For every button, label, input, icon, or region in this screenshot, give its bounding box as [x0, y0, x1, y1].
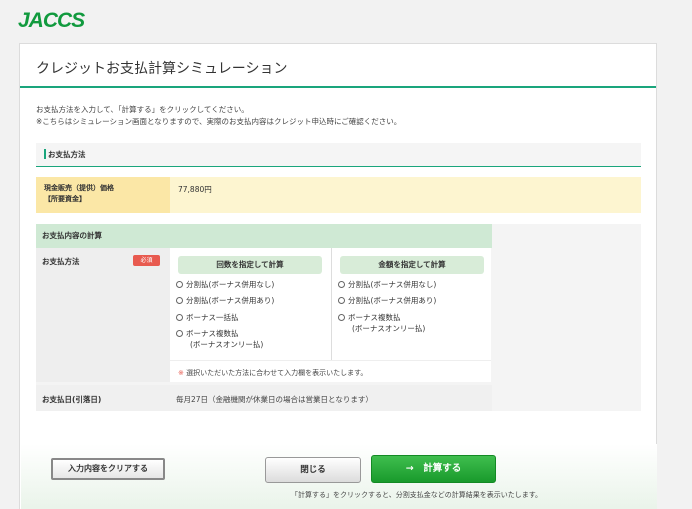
- radio-icon[interactable]: [176, 281, 183, 288]
- footer-actions: 入力内容をクリアする 閉じる → 計算する 「計算する」をクリックすると、分割支…: [21, 444, 657, 509]
- count-option-3[interactable]: ボーナス一括払: [176, 312, 239, 323]
- note-text: 選択いただいた方法に合わせて入力欄を表示いたします。: [186, 369, 368, 377]
- price-label: 現金販売（提供）価格 【所要資金】: [36, 177, 170, 213]
- amount-option-2-label: 分割払(ボーナス併用あり): [348, 296, 437, 305]
- radio-icon[interactable]: [338, 314, 345, 321]
- amount-option-3-sub: (ボーナスオンリー払): [352, 324, 426, 333]
- options-area: 回数を指定して計算 分割払(ボーナス併用なし) 分割払(ボーナス併用あり) ボー…: [170, 248, 491, 360]
- payment-date-label: お支払日(引落日): [42, 395, 102, 404]
- section-title: お支払方法: [48, 150, 86, 159]
- simulation-card: クレジットお支払計算シミュレーション お支払方法を入力して、「計算する」をクリッ…: [19, 43, 657, 509]
- radio-icon[interactable]: [338, 297, 345, 304]
- intro-line-2: ※こちらはシミュレーション画面となりますので、実際のお支払内容はクレジット申込時…: [36, 117, 402, 126]
- page-title: クレジットお支払計算シミュレーション: [20, 44, 656, 88]
- calculate-button[interactable]: → 計算する: [371, 455, 496, 483]
- footer-note: 「計算する」をクリックすると、分割支払金などの計算結果を表示いたします。: [291, 491, 543, 499]
- price-value: 77,880円: [178, 185, 212, 194]
- count-option-1-label: 分割払(ボーナス併用なし): [186, 280, 275, 289]
- count-calc-tab[interactable]: 回数を指定して計算: [178, 256, 322, 274]
- close-button[interactable]: 閉じる: [265, 457, 361, 483]
- amount-option-1-label: 分割払(ボーナス併用なし): [348, 280, 437, 289]
- jaccs-logo: JACCS: [18, 9, 85, 32]
- intro-line-1: お支払方法を入力して、「計算する」をクリックしてください。: [36, 105, 249, 114]
- method-label: お支払方法: [42, 257, 80, 266]
- price-row: 現金販売（提供）価格 【所要資金】 77,880円: [36, 177, 641, 213]
- calc-header: お支払内容の計算: [36, 224, 492, 248]
- amount-option-1[interactable]: 分割払(ボーナス併用なし): [338, 279, 436, 290]
- count-column: 回数を指定して計算 分割払(ボーナス併用なし) 分割払(ボーナス併用あり) ボー…: [170, 248, 330, 360]
- section-header: お支払方法: [36, 143, 641, 167]
- count-option-1[interactable]: 分割払(ボーナス併用なし): [176, 279, 274, 290]
- note-mark: ※: [178, 369, 184, 377]
- count-option-4-label: ボーナス複数払: [186, 329, 239, 338]
- radio-icon[interactable]: [176, 314, 183, 321]
- count-option-3-label: ボーナス一括払: [186, 313, 239, 322]
- radio-icon[interactable]: [176, 297, 183, 304]
- amount-option-2[interactable]: 分割払(ボーナス併用あり): [338, 295, 436, 306]
- price-label-line-2: 【所要資金】: [44, 195, 86, 203]
- count-option-4-sub: (ボーナスオンリー払): [190, 340, 264, 349]
- price-label-line-1: 現金販売（提供）価格: [44, 184, 114, 192]
- method-label-cell: お支払方法 必須: [36, 248, 170, 382]
- section-bar: [44, 149, 46, 159]
- amount-column: 金額を指定して計算 分割払(ボーナス併用なし) 分割払(ボーナス併用あり) ボー…: [331, 248, 491, 360]
- result-pane: [492, 224, 641, 411]
- options-note: ※ 選択いただいた方法に合わせて入力欄を表示いたします。: [170, 360, 491, 382]
- clear-button[interactable]: 入力内容をクリアする: [51, 458, 165, 480]
- required-badge: 必須: [133, 255, 160, 266]
- count-option-2-label: 分割払(ボーナス併用あり): [186, 296, 275, 305]
- amount-option-3-label: ボーナス複数払: [348, 313, 401, 322]
- payment-date-value: 毎月27日（金融機関が休業日の場合は営業日となります）: [176, 395, 373, 404]
- payment-date-row: お支払日(引落日) 毎月27日（金融機関が休業日の場合は営業日となります）: [36, 385, 492, 411]
- amount-calc-tab[interactable]: 金額を指定して計算: [340, 256, 484, 274]
- count-option-4[interactable]: ボーナス複数払: [176, 328, 239, 339]
- amount-option-3[interactable]: ボーナス複数払: [338, 312, 401, 323]
- radio-icon[interactable]: [176, 330, 183, 337]
- count-option-2[interactable]: 分割払(ボーナス併用あり): [176, 295, 274, 306]
- intro-text: お支払方法を入力して、「計算する」をクリックしてください。 ※こちらはシミュレー…: [36, 104, 401, 128]
- radio-icon[interactable]: [338, 281, 345, 288]
